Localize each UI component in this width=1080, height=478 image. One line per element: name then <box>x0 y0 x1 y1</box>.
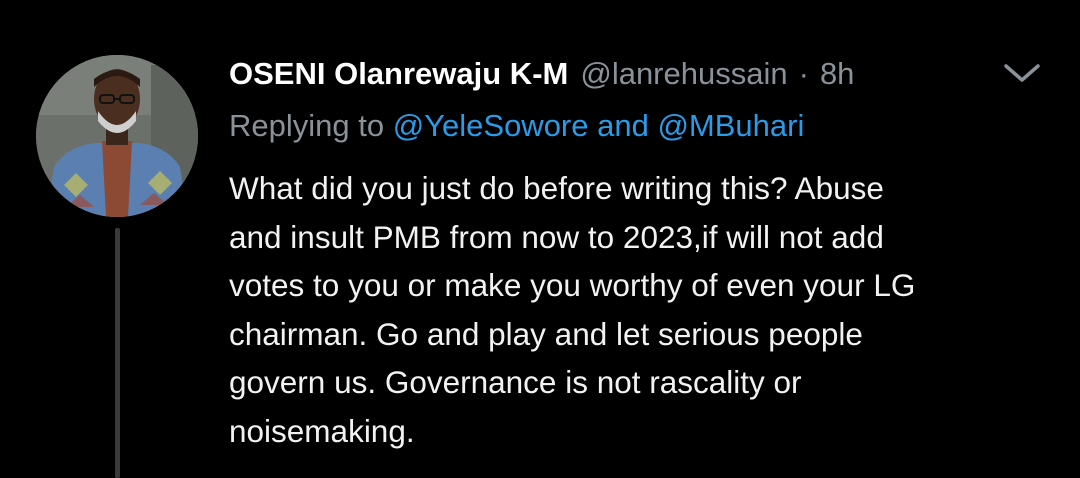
thread-line <box>115 228 120 478</box>
reply-targets-link[interactable]: @YeleSowore and @MBuhari <box>393 108 805 143</box>
tweet-text-line: chairman. Go and play and let serious pe… <box>229 315 863 352</box>
tweet-text-line: votes to you or make you worthy of even … <box>229 267 916 303</box>
user-handle[interactable]: @lanrehussain <box>580 50 787 98</box>
tweet[interactable]: OSENI Olanrewaju K-M @lanrehussain · 8h … <box>0 0 1080 478</box>
replying-prefix: Replying to <box>229 108 385 143</box>
profile-photo <box>36 55 198 217</box>
tweet-text: What did you just do before writing this… <box>229 164 1059 455</box>
timestamp[interactable]: 8h <box>820 50 854 98</box>
tweet-text-line: govern us. Governance is not rascality o… <box>229 364 802 400</box>
chevron-down-icon <box>1004 64 1040 82</box>
display-name[interactable]: OSENI Olanrewaju K-M <box>229 50 568 98</box>
avatar[interactable] <box>36 55 198 217</box>
tweet-text-line: noisemaking. <box>229 412 415 449</box>
tweet-menu-button[interactable] <box>1000 58 1044 88</box>
tweet-text-line: and insult PMB from now to 2023,if will … <box>229 218 884 255</box>
separator-dot: · <box>798 56 809 91</box>
replying-to: Replying to @YeleSowore and @MBuhari <box>229 104 804 148</box>
tweet-header: OSENI Olanrewaju K-M @lanrehussain · 8h <box>229 50 854 98</box>
tweet-text-line: What did you just do before writing this… <box>229 170 884 206</box>
